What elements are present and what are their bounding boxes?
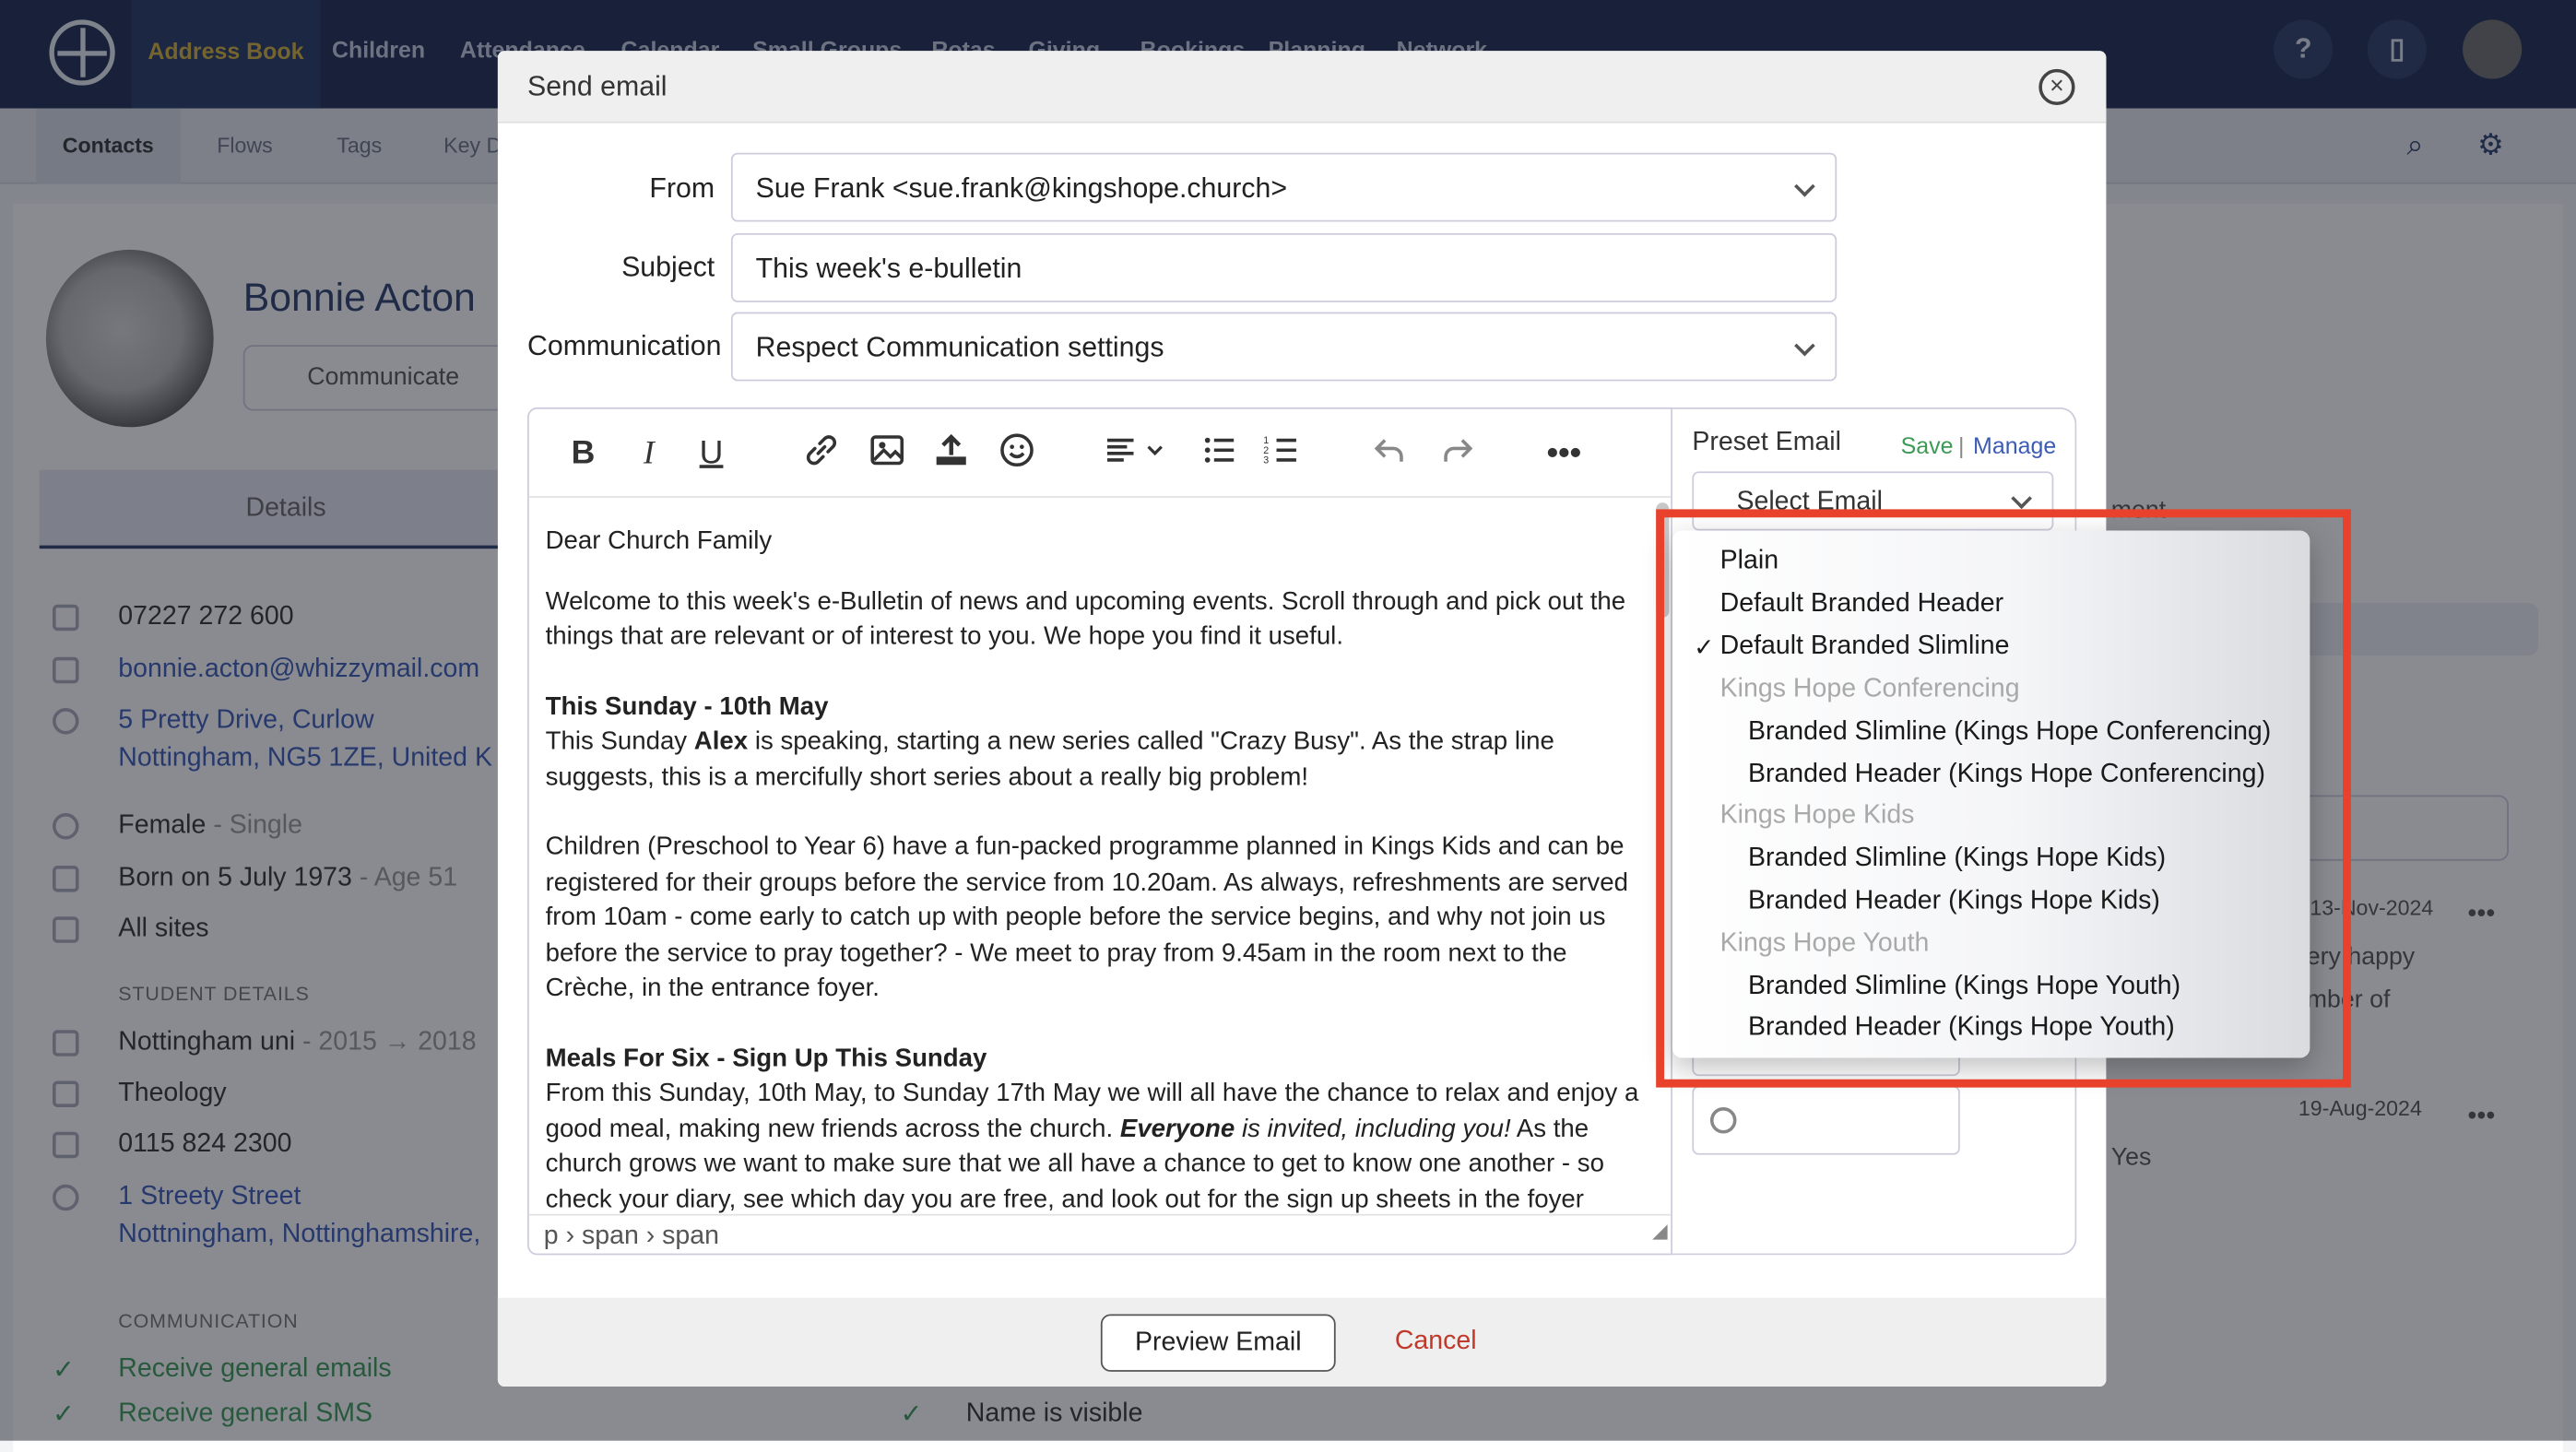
highlight-annotation-box xyxy=(1656,509,2351,1088)
modal-header: Send email × xyxy=(497,51,2107,124)
link-icon[interactable] xyxy=(800,432,843,475)
communication-select[interactable]: Respect Communication settings xyxy=(730,312,1837,382)
editor-status-path: p › span › span ◢ xyxy=(528,1213,1672,1254)
chevron-down-icon xyxy=(1794,335,1815,357)
cancel-button[interactable]: Cancel xyxy=(1395,1328,1477,1357)
svg-text:3: 3 xyxy=(1263,454,1269,466)
link-separator: | xyxy=(1958,431,1965,459)
preset-email-label: Preset Email xyxy=(1692,429,1841,457)
body-bold-name: Alex xyxy=(693,727,749,756)
from-select[interactable]: Sue Frank <sue.frank@kingshope.church> xyxy=(730,152,1837,222)
bullet-list-icon[interactable] xyxy=(1199,432,1239,475)
email-body[interactable]: Dear Church Family Welcome to this week'… xyxy=(546,524,1643,1213)
chevron-down-icon xyxy=(2011,488,2032,510)
section-heading: Meals For Six - Sign Up This Sunday xyxy=(545,1044,987,1072)
close-icon[interactable]: × xyxy=(2038,68,2075,106)
communication-value: Respect Communication settings xyxy=(755,331,1164,363)
body-text: This Sunday xyxy=(545,727,694,756)
underline-icon[interactable]: U xyxy=(693,432,729,475)
section-heading: This Sunday - 10th May xyxy=(545,692,829,721)
image-icon[interactable] xyxy=(866,432,908,475)
numbered-list-icon[interactable]: 123 xyxy=(1261,432,1301,475)
save-preset-link[interactable]: Save xyxy=(1901,432,1954,459)
subject-input[interactable]: This week's e-bulletin xyxy=(730,233,1837,302)
subject-label: Subject xyxy=(621,251,715,283)
schedule-time-field[interactable] xyxy=(1692,1085,1960,1155)
chevron-down-icon xyxy=(1794,175,1815,197)
align-icon[interactable] xyxy=(1104,432,1173,475)
manage-presets-link[interactable]: Manage xyxy=(1973,432,2056,459)
modal-footer: Preview Email Cancel xyxy=(497,1297,2107,1387)
undo-icon[interactable] xyxy=(1368,432,1411,475)
from-value: Sue Frank <sue.frank@kingshope.church> xyxy=(755,172,1288,204)
element-path: p › span › span xyxy=(543,1222,719,1251)
redo-icon[interactable] xyxy=(1436,432,1478,475)
subject-value: This week's e-bulletin xyxy=(755,253,1022,285)
italic-icon[interactable]: I xyxy=(631,432,667,475)
body-bold-italic: Everyone xyxy=(1119,1115,1235,1143)
body-paragraph-2: Children (Preschool to Year 6) have a fu… xyxy=(545,832,1628,1002)
modal-title: Send email xyxy=(526,70,668,102)
body-section-2: Meals For Six - Sign Up This Sunday From… xyxy=(546,1041,1643,1214)
communication-label: Communication xyxy=(526,330,722,362)
body-italic: is invited, including you! xyxy=(1235,1115,1511,1143)
clock-icon xyxy=(1709,1107,1737,1134)
emoji-icon[interactable] xyxy=(996,432,1038,475)
from-label: From xyxy=(649,172,715,204)
resize-handle-icon[interactable]: ◢ xyxy=(1652,1219,1667,1242)
email-editor[interactable]: B I U 1 2 3 ••• Dear Church Family Welco… xyxy=(526,407,1672,1256)
upload-icon[interactable] xyxy=(930,432,973,475)
more-icon[interactable]: ••• xyxy=(1542,432,1585,475)
body-intro: Welcome to this week's e-Bulletin of new… xyxy=(545,587,1626,651)
preview-email-button[interactable]: Preview Email xyxy=(1100,1314,1336,1372)
body-section-1: This Sunday - 10th May This Sunday Alex … xyxy=(546,690,1643,796)
body-greeting: Dear Church Family xyxy=(545,526,773,556)
bold-icon[interactable]: B xyxy=(565,432,601,475)
editor-toolbar: B I U 1 2 3 ••• xyxy=(528,409,1672,498)
